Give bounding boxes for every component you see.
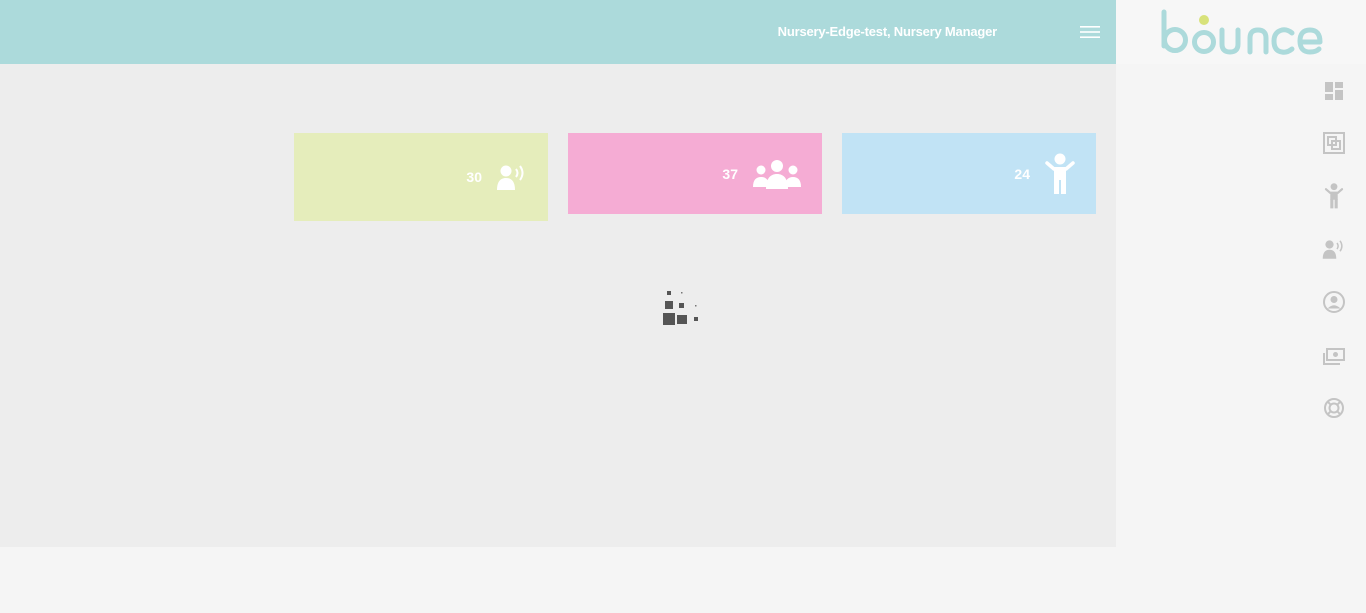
sidebar-item-finance[interactable] — [1319, 342, 1349, 372]
rooms-icon — [1323, 132, 1345, 154]
support-lifebuoy-icon — [1324, 398, 1344, 418]
finance-icon — [1323, 348, 1345, 365]
sidebar-item-support[interactable] — [1319, 393, 1349, 423]
bounce-logo[interactable] — [1160, 8, 1324, 56]
staff-count-card[interactable]: 30 — [294, 133, 548, 221]
staff-count-value: 30 — [466, 169, 482, 185]
sidebar-item-children[interactable] — [1319, 181, 1349, 211]
sidebar-item-rooms[interactable] — [1319, 128, 1349, 158]
group-count-value: 37 — [722, 165, 738, 182]
user-label[interactable]: Nursery-Edge-test, Nursery Manager — [778, 24, 998, 39]
loading-spinner-icon — [663, 291, 698, 325]
child-count-card[interactable]: 24 — [842, 133, 1096, 214]
user-profile-icon — [1323, 291, 1345, 313]
sidebar-item-staff[interactable] — [1319, 234, 1349, 264]
group-count-card[interactable]: 37 — [568, 133, 822, 214]
child-count-value: 24 — [1014, 165, 1030, 182]
dashboard-icon — [1325, 82, 1343, 100]
group-icon — [752, 159, 802, 189]
staff-icon — [1322, 240, 1343, 259]
footer — [0, 547, 1116, 613]
sidebar-item-dashboard[interactable] — [1319, 76, 1349, 106]
child-icon — [1324, 183, 1344, 209]
logo-area — [1116, 0, 1366, 64]
sidebar — [1116, 0, 1366, 613]
top-bar: Nursery-Edge-test, Nursery Manager — [0, 0, 1116, 64]
staff-speaking-icon — [496, 163, 528, 191]
sidebar-item-profile[interactable] — [1319, 287, 1349, 317]
hamburger-menu-icon[interactable] — [1080, 25, 1100, 39]
child-icon — [1044, 153, 1076, 195]
